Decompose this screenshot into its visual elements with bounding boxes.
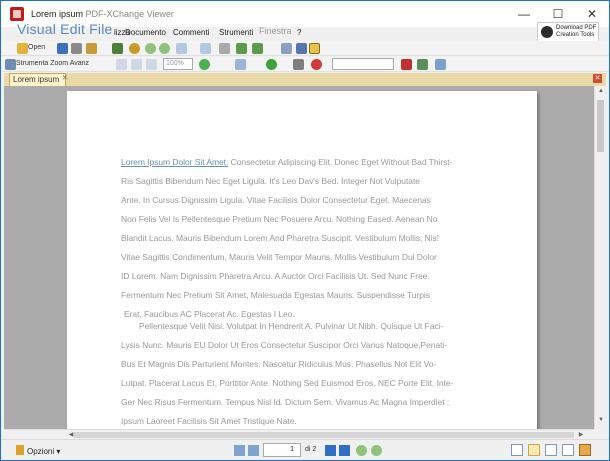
- horizontal-scrollbar[interactable]: ◀ ▶: [4, 429, 594, 439]
- text-line: Blandit Lacus. Mauris Bibendum Lorem And…: [121, 233, 440, 243]
- download-label: Download PDF Creation Tools: [556, 25, 597, 38]
- fit-page-icon[interactable]: [131, 59, 142, 70]
- document-title: Lorem ipsum: [31, 9, 84, 19]
- highlight-toggle-icon[interactable]: [309, 43, 320, 54]
- last-page-icon[interactable]: [339, 445, 350, 456]
- tab-label: Lorem ipsum: [13, 75, 60, 84]
- selected-text[interactable]: Lorem Ipsum Dolor Sit Amet.: [121, 157, 228, 167]
- options-menu[interactable]: Opzioni ▾: [16, 445, 60, 456]
- menu-item-documento[interactable]: Documento: [125, 28, 166, 37]
- page-number-input[interactable]: 1: [263, 443, 301, 457]
- text-line: Non Felis Vel Is Pellentesque Pretium Ne…: [121, 214, 438, 224]
- facing-view-icon[interactable]: [545, 444, 557, 456]
- tools-icon[interactable]: [579, 444, 591, 456]
- redo-icon[interactable]: [200, 43, 211, 54]
- paragraph-2: Pellentesque Velit Nisi. Volutpat In Hen…: [121, 317, 481, 429]
- rotate-left-icon[interactable]: [236, 43, 247, 54]
- text-line: Lysis Nunc. Mauris EU Dolor Ut Eros Cons…: [121, 340, 448, 350]
- toolbar-secondary: Strumenta Zoom Avanz 100%: [1, 57, 609, 72]
- document-viewport[interactable]: Lorem Ipsum Dolor Sit Amet. Consectetur …: [4, 86, 594, 429]
- bookmark-icon[interactable]: [296, 43, 307, 54]
- app-window: Lorem ipsum PDF-XChange Viewer — ☐ ✕ Vis…: [0, 0, 610, 461]
- vertical-scrollbar[interactable]: ▲ ▼: [594, 86, 606, 429]
- text-line: Fermentum Nec Pretium Sit Amet, Malesuad…: [121, 290, 430, 300]
- previous-view-icon[interactable]: [145, 43, 156, 54]
- snapshot-icon[interactable]: [281, 43, 292, 54]
- text-line: Ante. In Cursus Dignissim Ligula. Vitae …: [121, 195, 431, 205]
- tab-close-icon[interactable]: ✕: [62, 74, 68, 82]
- text-line: Lorem Ipsum Dolor Sit Amet. Consectetur …: [121, 157, 453, 167]
- search-icon[interactable]: [401, 59, 412, 70]
- actual-size-icon[interactable]: [116, 59, 127, 70]
- forward-icon[interactable]: [371, 445, 382, 456]
- email-icon[interactable]: [86, 43, 97, 54]
- search-next-icon[interactable]: [417, 59, 428, 70]
- text-line: Pellentesque Velit Nisi. Volutpat In Hen…: [139, 321, 444, 331]
- text-line: Lutpat. Placerat Lacus Et, Porttitor Ant…: [121, 378, 454, 388]
- menu-item-finestra[interactable]: Finestra: [259, 26, 292, 36]
- markup-icon[interactable]: [311, 59, 322, 70]
- open-folder-icon[interactable]: [17, 43, 28, 54]
- zoom-tool-icon[interactable]: [5, 59, 16, 70]
- app-name: PDF-XChange Viewer: [85, 9, 174, 19]
- options-icon: [16, 445, 24, 455]
- window-title: Lorem ipsum PDF-XChange Viewer: [31, 9, 174, 19]
- instruments-zoom-label[interactable]: Strumenta Zoom Avanz: [16, 60, 89, 67]
- find-icon[interactable]: [219, 43, 230, 54]
- menu-overlay-title: Visual Edit File: [17, 21, 113, 37]
- settings-icon[interactable]: [435, 59, 446, 70]
- save-icon[interactable]: [57, 43, 68, 54]
- page-count-label: di 2: [305, 446, 317, 453]
- open-label[interactable]: Open: [28, 44, 45, 51]
- text-line: Bus Et Magnis Dis Parturient Montes. Nas…: [121, 359, 437, 369]
- scroll-down-icon[interactable]: ▼: [595, 417, 607, 427]
- link-icon[interactable]: [293, 59, 304, 70]
- download-icon: [541, 26, 553, 38]
- tab-lorem-ipsum[interactable]: Lorem ipsum: [9, 73, 67, 86]
- menu-item-commenti[interactable]: Commenti: [173, 28, 209, 37]
- close-document-icon[interactable]: ✕: [593, 74, 602, 83]
- text-line: ID Lorem. Nam Dignissim Pharetra Arcu. A…: [121, 271, 430, 281]
- continuous-view-icon[interactable]: [528, 444, 540, 456]
- horizontal-scroll-thumb[interactable]: [74, 432, 574, 438]
- previous-page-icon[interactable]: [248, 445, 259, 456]
- back-icon[interactable]: [356, 445, 367, 456]
- single-page-view-icon[interactable]: [511, 444, 523, 456]
- status-bar: Opzioni ▾ 1 di 2: [1, 439, 609, 460]
- first-page-icon[interactable]: [234, 445, 245, 456]
- facing-continuous-icon[interactable]: [562, 444, 574, 456]
- fit-width-icon[interactable]: [146, 59, 157, 70]
- print-icon[interactable]: [71, 43, 82, 54]
- text-line: Ris Sagittis Bibendum Nec Eget Ligula. I…: [121, 176, 420, 186]
- rotate-right-icon[interactable]: [252, 43, 263, 54]
- zoom-level-field[interactable]: 100%: [163, 58, 193, 70]
- vertical-scroll-thumb[interactable]: [597, 100, 604, 152]
- hand-tool-icon[interactable]: [112, 43, 123, 54]
- typewriter-icon[interactable]: [235, 59, 246, 70]
- add-icon[interactable]: [266, 59, 277, 70]
- zoom-out-icon[interactable]: [199, 59, 210, 70]
- scroll-up-icon[interactable]: ▲: [595, 88, 607, 98]
- pdf-app-icon: [10, 7, 24, 21]
- text-line: Ipsum Laoreet Facilisis Sit Amet Tristiq…: [121, 416, 297, 426]
- menu-item-strumenti[interactable]: Strumenti: [219, 28, 253, 37]
- next-page-icon[interactable]: [325, 445, 336, 456]
- menu-item-help[interactable]: ?: [297, 28, 301, 37]
- pdf-page[interactable]: Lorem Ipsum Dolor Sit Amet. Consectetur …: [67, 91, 537, 429]
- toolbar-main: Open: [1, 41, 609, 56]
- text-line: Vitae Sagittis Condimentum, Mauris Velit…: [121, 252, 437, 262]
- minimize-button[interactable]: —: [507, 1, 541, 27]
- paragraph-1: Lorem Ipsum Dolor Sit Amet. Consectetur …: [121, 153, 481, 324]
- document-tab-strip: Lorem ipsum ✕ ✕: [4, 73, 606, 86]
- search-input[interactable]: [332, 58, 394, 70]
- text-line: Ger Nec Risus Fermentum. Tempus Nisl Id.…: [121, 397, 450, 407]
- select-tool-icon[interactable]: [129, 43, 140, 54]
- undo-icon[interactable]: [176, 43, 187, 54]
- next-view-icon[interactable]: [159, 43, 170, 54]
- download-creation-tools-button[interactable]: Download PDF Creation Tools: [537, 22, 599, 42]
